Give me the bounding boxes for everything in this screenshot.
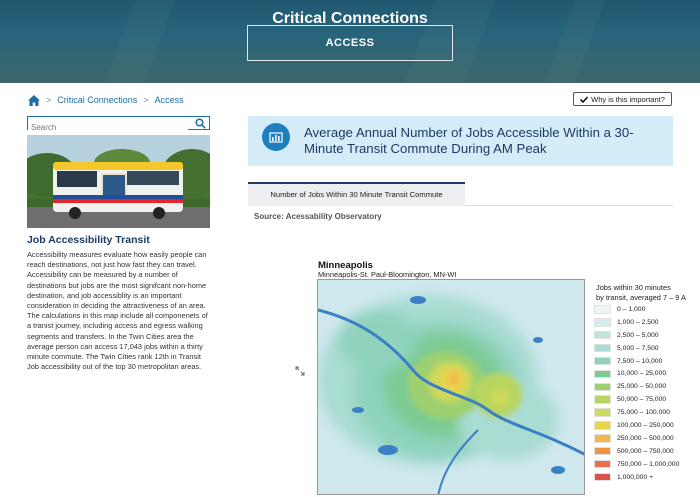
legend-swatch [594,434,611,443]
legend-label: 250,000 – 500,000 [617,434,674,442]
legend-label: 75,000 – 100,000 [617,409,670,417]
legend-label: 1,000,000 + [617,473,654,481]
legend-title-line: by transit, averaged 7 – 9 A [596,293,686,302]
legend-item: 1,000 – 2,500 [594,316,679,329]
legend-label: 2,500 – 5,000 [617,331,659,339]
legend-item: 1,000,000 + [594,471,679,484]
accessibility-map[interactable] [317,279,585,495]
breadcrumb-separator: > [46,95,52,105]
check-icon [580,95,589,103]
home-icon[interactable] [28,94,40,106]
legend-swatch [594,395,611,404]
legend-swatch [594,472,611,482]
legend-swatch [594,343,611,353]
map-subtitle: Minneapolis-St. Paul-Bloomington, MN-WI [318,270,457,279]
chart-heading-panel: Average Annual Number of Jobs Accessible… [248,116,673,166]
legend-label: 500,000 – 750,000 [617,447,674,455]
legend-swatch [594,446,611,456]
legend-item: 75,000 – 100,000 [594,406,679,419]
legend-label: 0 – 1,000 [617,305,646,313]
legend-swatch [594,382,611,392]
sidebar-description: Accessibility measures evaluate how easi… [27,250,208,372]
legend-swatch [594,408,611,417]
legend-item: 50,000 – 75,000 [594,393,679,406]
legend-swatch [594,318,611,327]
breadcrumb: > Critical Connections > Access [28,93,184,107]
legend-label: 50,000 – 75,000 [617,396,667,404]
expand-arrows-icon[interactable] [295,366,305,376]
map-legend: 0 – 1,000 1,000 – 2,500 2,500 – 5,000 5,000… [594,303,679,483]
section-label: ACCESS [247,25,453,61]
tab-bar: Number of Jobs Within 30 Minute Transit … [248,182,673,206]
legend-label: 100,000 – 250,000 [617,421,674,429]
legend-item: 500,000 – 750,000 [594,445,679,458]
legend-label: 25,000 – 50,000 [617,383,667,391]
legend-swatch [594,356,611,366]
legend-item: 10,000 – 25,000 [594,367,679,380]
chart-heading: Average Annual Number of Jobs Accessible… [304,125,634,156]
hero-banner: Critical Connections ACCESS [0,0,700,83]
legend-swatch [594,305,611,314]
legend-title-line: Jobs within 30 minutes [596,283,671,292]
breadcrumb-link-access[interactable]: Access [155,95,184,105]
legend-swatch [594,421,611,430]
legend-item: 0 – 1,000 [594,303,679,316]
legend-label: 7,500 – 10,000 [617,357,663,365]
legend-swatch [594,330,611,340]
breadcrumb-separator: > [143,95,149,105]
tab-jobs-within-30-minutes[interactable]: Number of Jobs Within 30 Minute Transit … [248,182,465,206]
legend-item: 25,000 – 50,000 [594,380,679,393]
search-icon[interactable] [195,118,206,129]
why-important-label: Why is this important? [591,94,665,104]
legend-label: 5,000 – 7,500 [617,344,659,352]
legend-label: 1,000 – 2,500 [617,318,659,326]
legend-swatch [594,369,611,379]
transit-bus-photo [27,135,210,228]
bar-chart-icon [262,123,290,151]
why-important-button[interactable]: Why is this important? [573,92,672,106]
breadcrumb-link-critical-connections[interactable]: Critical Connections [57,95,137,105]
legend-item: 100,000 – 250,000 [594,419,679,432]
search-input[interactable] [28,121,188,134]
legend-swatch [594,459,611,469]
legend-item: 5,000 – 7,500 [594,342,679,355]
legend-label: 10,000 – 25,000 [617,370,667,378]
data-source: Source: Acessability Observatory [254,212,382,221]
legend-label: 750,000 – 1,000,000 [617,460,680,468]
legend-item: 750,000 – 1,000,000 [594,458,679,471]
legend-item: 7,500 – 10,000 [594,355,679,368]
search-box [27,116,210,134]
legend-item: 250,000 – 500,000 [594,432,679,445]
sidebar-title: Job Accessibility Transit [27,234,150,246]
legend-item: 2,500 – 5,000 [594,329,679,342]
legend-title: Jobs within 30 minutes by transit, avera… [596,283,700,303]
